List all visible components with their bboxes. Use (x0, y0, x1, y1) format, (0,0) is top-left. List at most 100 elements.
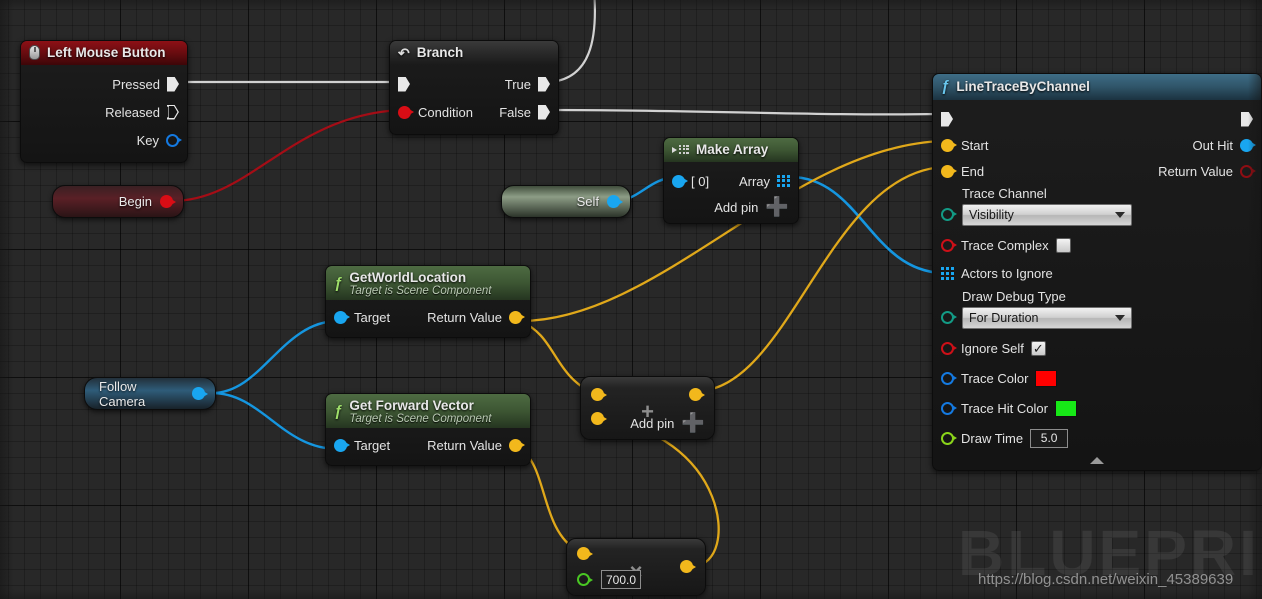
exec-out-pin-false[interactable] (538, 104, 550, 120)
wire-makearray-to-actorstoignore (789, 175, 943, 275)
follow-camera-label: Follow Camera (99, 378, 146, 409)
data-in-pin-target[interactable] (334, 438, 350, 452)
node-header: ƒ Get Forward Vector Target is Scene Com… (326, 394, 530, 428)
chevron-up-icon (1090, 457, 1104, 464)
trace-hit-color-swatch[interactable] (1054, 399, 1077, 417)
exec-out-pin-true[interactable] (538, 76, 550, 92)
array-out-pin[interactable] (777, 174, 790, 188)
plus-icon: ➕ (681, 413, 705, 434)
node-self-reference[interactable]: Self (501, 185, 631, 218)
trace-channel-dropdown[interactable]: Visibility (962, 204, 1132, 226)
pin-row-released[interactable]: Released (21, 98, 187, 126)
data-in-pin-trace-color[interactable] (941, 371, 957, 385)
pin-label-condition: Condition (418, 104, 473, 120)
node-body: Target Return Value (326, 428, 530, 465)
chevron-down-icon (1115, 212, 1125, 218)
pin-row-trace-complex[interactable]: Trace Complex (933, 230, 1261, 260)
exec-out-pin-pressed[interactable] (167, 76, 179, 92)
draw-time-input[interactable]: 5.0 (1030, 428, 1069, 448)
node-multiply-vector-float[interactable]: × 700.0 (566, 538, 706, 596)
node-add-vectors[interactable]: + Add pin ➕ (580, 376, 715, 440)
trace-color-swatch[interactable] (1035, 369, 1058, 387)
pin-row-ignore-self[interactable]: Ignore Self ✓ (933, 333, 1261, 363)
wire-false-to-linetrace (550, 108, 941, 116)
node-get-world-location[interactable]: ƒ GetWorldLocation Target is Scene Compo… (325, 265, 531, 338)
node-branch[interactable]: ↶ Branch True Condition False (389, 40, 559, 135)
pin-row-actors-to-ignore[interactable]: Actors to Ignore (933, 260, 1261, 287)
pin-label-trace-hit-color: Trace Hit Color (961, 400, 1048, 416)
blueprint-graph-canvas[interactable]: Left Mouse Button Pressed Released Key B… (0, 0, 1262, 599)
pin-label-true: True (504, 76, 531, 92)
data-out-pin-key[interactable] (166, 133, 182, 147)
trace-complex-checkbox[interactable] (1055, 237, 1071, 253)
pin-row-exec-true[interactable]: True (390, 70, 558, 98)
pin-row-array[interactable]: [ 0] Array (664, 167, 798, 195)
pin-label-draw-time: Draw Time (961, 430, 1024, 446)
add-pin-button-add-node[interactable]: Add pin ➕ (630, 414, 705, 433)
node-get-forward-vector[interactable]: ƒ Get Forward Vector Target is Scene Com… (325, 393, 531, 466)
pin-row-key[interactable]: Key (21, 126, 187, 154)
exec-in-pin[interactable] (398, 76, 410, 92)
pin-label-return-value: Return Value (1158, 163, 1233, 179)
node-left-mouse-button[interactable]: Left Mouse Button Pressed Released Key (20, 40, 188, 163)
node-header: Make Array (664, 138, 798, 162)
data-in-pin-draw-time[interactable] (941, 431, 957, 445)
ignore-self-checkbox[interactable]: ✓ (1030, 340, 1046, 356)
node-body: Start Out Hit End Return Value Trace Cha… (933, 100, 1261, 470)
pin-row-start-outhit[interactable]: Start Out Hit (933, 132, 1261, 158)
follow-camera-out-pin[interactable] (192, 387, 208, 400)
pin-row-trace-channel[interactable]: Trace Channel Visibility (933, 184, 1261, 230)
wire-camera-to-getforwardvector (211, 391, 339, 451)
pin-row-draw-time[interactable]: Draw Time 5.0 (933, 423, 1261, 453)
data-out-pin-result[interactable] (689, 388, 705, 401)
function-icon: ƒ (941, 78, 950, 95)
draw-debug-type-dropdown[interactable]: For Duration (962, 307, 1132, 329)
pin-row-trace-color[interactable]: Trace Color (933, 363, 1261, 393)
array-in-pin-actors-to-ignore[interactable] (941, 267, 954, 280)
data-in-pin-index-0[interactable] (672, 174, 688, 188)
data-in-pin-start[interactable] (941, 138, 957, 152)
begin-out-pin[interactable] (160, 195, 176, 208)
chevron-down-icon (1115, 315, 1125, 321)
data-in-pin-draw-debug-type[interactable] (941, 310, 957, 324)
node-title: Branch (416, 45, 464, 60)
node-title: LineTraceByChannel (956, 79, 1090, 94)
data-in-pin-ignore-self[interactable] (941, 341, 957, 355)
node-collapse-button[interactable] (933, 453, 1261, 466)
branch-icon: ↶ (398, 44, 410, 61)
data-in-pin-trace-hit-color[interactable] (941, 401, 957, 415)
pin-row-condition-false[interactable]: Condition False (390, 98, 558, 126)
node-begin-variable[interactable]: Begin (52, 185, 184, 218)
data-in-pin-trace-channel[interactable] (941, 207, 957, 221)
pin-row-trace-hit-color[interactable]: Trace Hit Color (933, 393, 1261, 423)
pin-row-draw-debug-type[interactable]: Draw Debug Type For Duration (933, 287, 1261, 333)
pin-row-pressed[interactable]: Pressed (21, 70, 187, 98)
node-make-array[interactable]: Make Array [ 0] Array Add pin ➕ (663, 137, 799, 224)
exec-in-pin[interactable] (941, 111, 953, 127)
multiply-value-input[interactable]: 700.0 (601, 570, 642, 589)
data-in-pin-a[interactable] (591, 388, 607, 401)
data-in-pin-condition[interactable] (398, 105, 414, 119)
wire-begin-to-condition (171, 108, 401, 203)
data-in-pin-a[interactable] (577, 547, 593, 560)
pin-label-trace-complex: Trace Complex (961, 237, 1049, 253)
data-out-pin-return-value[interactable] (509, 438, 525, 452)
pin-row-end-returnvalue[interactable]: End Return Value (933, 158, 1261, 184)
data-out-pin-return-value[interactable] (509, 310, 525, 324)
exec-out-pin-released[interactable] (167, 105, 179, 120)
exec-out-pin[interactable] (1241, 111, 1253, 127)
pin-row-target-return[interactable]: Target Return Value (326, 431, 530, 459)
data-out-pin-out-hit[interactable] (1240, 138, 1256, 152)
data-in-pin-target[interactable] (334, 310, 350, 324)
pin-label-draw-debug-type: Draw Debug Type (962, 289, 1066, 304)
data-out-pin-return-value[interactable] (1240, 164, 1256, 178)
data-in-pin-end[interactable] (941, 164, 957, 178)
self-out-pin[interactable] (607, 195, 623, 208)
pin-row-target-return[interactable]: Target Return Value (326, 303, 530, 331)
node-body: Target Return Value (326, 300, 530, 337)
data-in-pin-trace-complex[interactable] (941, 238, 957, 252)
pin-row-exec[interactable] (933, 106, 1261, 132)
add-pin-button-make-array[interactable]: Add pin ➕ (664, 195, 798, 219)
node-follow-camera-variable[interactable]: Follow Camera (84, 377, 216, 410)
node-line-trace-by-channel[interactable]: ƒ LineTraceByChannel Start Out Hit End R… (932, 73, 1262, 471)
